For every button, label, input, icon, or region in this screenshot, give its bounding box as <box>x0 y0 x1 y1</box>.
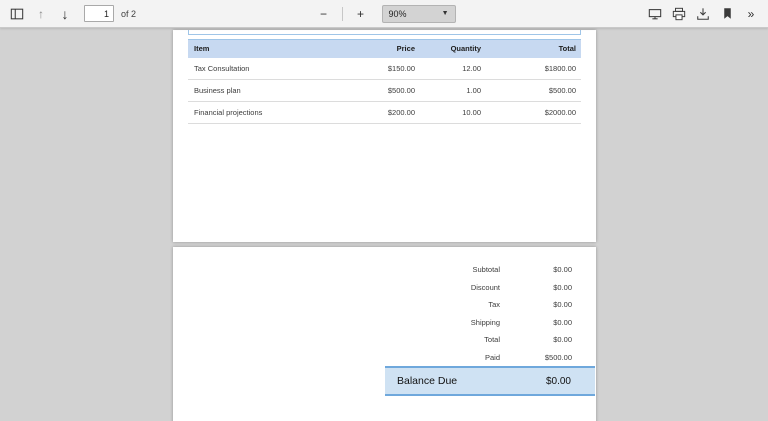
chevron-down-icon: ▼ <box>442 10 449 17</box>
col-header-quantity: Quantity <box>420 40 486 58</box>
balance-due-label: Balance Due <box>397 375 546 387</box>
document-scroll-area[interactable]: Item Price Quantity Total Tax Consultati… <box>0 28 768 421</box>
cell-item: Tax Consultation <box>188 58 340 80</box>
plus-icon: + <box>357 8 364 20</box>
summary-row-tax: Tax $0.00 <box>382 296 572 314</box>
minus-icon: − <box>320 8 327 20</box>
toolbar-left-group: ↑ ↓ of 2 <box>6 3 313 25</box>
arrow-down-icon: ↓ <box>62 7 69 21</box>
pdf-page-2: Subtotal $0.00 Discount $0.00 Tax $0.00 … <box>173 247 596 421</box>
balance-due-value: $0.00 <box>546 376 571 387</box>
pdf-page-1: Item Price Quantity Total Tax Consultati… <box>173 30 596 242</box>
col-header-price: Price <box>340 40 420 58</box>
table-row: Tax Consultation $150.00 12.00 $1800.00 <box>188 58 581 80</box>
toolbar-right-group: » <box>456 3 763 25</box>
summary-value: $0.00 <box>500 265 572 274</box>
summary-row-discount: Discount $0.00 <box>382 279 572 297</box>
table-row: Financial projections $200.00 10.00 $200… <box>188 102 581 124</box>
zoom-value-label: 90% <box>389 9 407 19</box>
presentation-mode-button[interactable] <box>644 3 666 25</box>
summary-row-shipping: Shipping $0.00 <box>382 314 572 332</box>
cell-price: $500.00 <box>340 80 420 102</box>
presentation-mode-icon <box>648 7 662 21</box>
previous-page-button[interactable]: ↑ <box>30 3 52 25</box>
summary-label: Tax <box>382 300 500 309</box>
bookmark-button[interactable] <box>716 3 738 25</box>
summary-label: Total <box>382 335 500 344</box>
invoice-items-table: Item Price Quantity Total Tax Consultati… <box>188 39 581 124</box>
sidebar-toggle-button[interactable] <box>6 3 28 25</box>
page-count-label: of 2 <box>121 9 136 19</box>
col-header-item: Item <box>188 40 340 58</box>
arrow-up-icon: ↑ <box>38 8 44 20</box>
cell-total: $1800.00 <box>486 58 581 80</box>
cutoff-section-border <box>188 30 581 35</box>
summary-value: $500.00 <box>500 353 572 362</box>
next-page-button[interactable]: ↓ <box>54 3 76 25</box>
sidebar-toggle-icon <box>10 7 24 21</box>
invoice-summary: Subtotal $0.00 Discount $0.00 Tax $0.00 … <box>382 261 572 366</box>
summary-value: $0.00 <box>500 335 572 344</box>
summary-label: Shipping <box>382 318 500 327</box>
cell-total: $2000.00 <box>486 102 581 124</box>
summary-label: Subtotal <box>382 265 500 274</box>
more-tools-button[interactable]: » <box>740 3 762 25</box>
cell-quantity: 10.00 <box>420 102 486 124</box>
cell-item: Business plan <box>188 80 340 102</box>
toolbar-divider <box>342 7 343 21</box>
cell-price: $200.00 <box>340 102 420 124</box>
summary-label: Paid <box>382 353 500 362</box>
double-chevron-right-icon: » <box>748 8 755 20</box>
summary-value: $0.00 <box>500 318 572 327</box>
table-row: Business plan $500.00 1.00 $500.00 <box>188 80 581 102</box>
cell-total: $500.00 <box>486 80 581 102</box>
download-icon <box>696 7 710 21</box>
summary-label: Discount <box>382 283 500 292</box>
summary-row-paid: Paid $500.00 <box>382 349 572 367</box>
zoom-select[interactable]: 90% ▼ <box>382 5 456 23</box>
zoom-in-button[interactable]: + <box>350 3 372 25</box>
balance-due-band: Balance Due $0.00 <box>385 366 595 396</box>
cell-item: Financial projections <box>188 102 340 124</box>
toolbar-zoom-group: − + 90% ▼ <box>313 3 456 25</box>
summary-value: $0.00 <box>500 300 572 309</box>
summary-value: $0.00 <box>500 283 572 292</box>
summary-row-total: Total $0.00 <box>382 331 572 349</box>
cell-price: $150.00 <box>340 58 420 80</box>
save-button[interactable] <box>692 3 714 25</box>
cell-quantity: 1.00 <box>420 80 486 102</box>
pdf-toolbar: ↑ ↓ of 2 − + 90% ▼ <box>0 0 768 28</box>
summary-row-subtotal: Subtotal $0.00 <box>382 261 572 279</box>
print-button[interactable] <box>668 3 690 25</box>
cell-quantity: 12.00 <box>420 58 486 80</box>
zoom-out-button[interactable]: − <box>313 3 335 25</box>
table-header-row: Item Price Quantity Total <box>188 40 581 58</box>
print-icon <box>672 7 686 21</box>
col-header-total: Total <box>486 40 581 58</box>
page-number-input[interactable] <box>84 5 114 22</box>
bookmark-icon <box>721 7 734 20</box>
